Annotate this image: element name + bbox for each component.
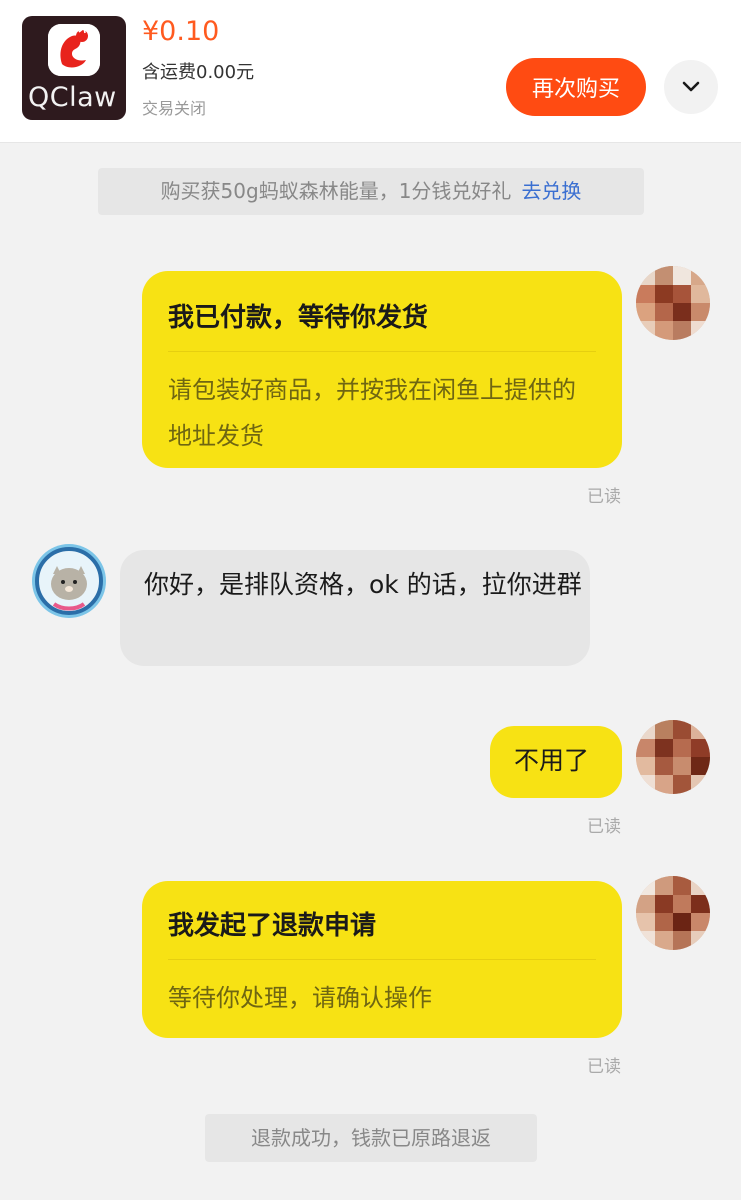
product-thumbnail[interactable]: QClaw: [22, 16, 126, 120]
seller-avatar[interactable]: [32, 544, 106, 618]
promo-notice: 购买获50g蚂蚁森林能量，1分钱兑好礼 去兑换: [98, 168, 644, 215]
order-status: 交易关闭: [142, 99, 207, 118]
card-divider: [168, 351, 596, 352]
chevron-down-icon: [682, 81, 700, 92]
payment-status-card[interactable]: 我已付款，等待你发货 请包装好商品，并按我在闲鱼上提供的地址发货: [142, 271, 622, 468]
refund-success-notice: 退款成功，钱款已原路退返: [205, 1114, 537, 1162]
lobster-app-icon: [48, 24, 100, 76]
incoming-message[interactable]: 你好，是排队资格，ok 的话，拉你进群: [120, 550, 590, 666]
payment-card-title: 我已付款，等待你发货: [168, 303, 429, 333]
read-receipt: 已读: [587, 817, 621, 837]
outgoing-message[interactable]: 不用了: [490, 726, 622, 798]
rebuy-button[interactable]: 再次购买: [506, 58, 646, 116]
read-receipt: 已读: [587, 487, 621, 507]
order-price: ¥0.10: [142, 16, 220, 47]
promo-notice-text: 购买获50g蚂蚁森林能量，1分钱兑好礼: [160, 179, 512, 203]
payment-card-body: 请包装好商品，并按我在闲鱼上提供的地址发货: [168, 376, 576, 450]
my-avatar[interactable]: [636, 266, 710, 340]
refund-request-card[interactable]: 我发起了退款申请 等待你处理，请确认操作: [142, 881, 622, 1038]
my-avatar[interactable]: [636, 876, 710, 950]
expand-button[interactable]: [664, 60, 718, 114]
incoming-message-text: 你好，是排队资格，ok 的话，拉你进群: [144, 570, 582, 599]
card-divider: [168, 959, 596, 960]
shipping-fee: 含运费0.00元: [142, 62, 255, 83]
refund-card-title: 我发起了退款申请: [168, 911, 377, 941]
my-avatar[interactable]: [636, 720, 710, 794]
read-receipt: 已读: [587, 1057, 621, 1077]
redeem-link[interactable]: 去兑换: [521, 179, 581, 203]
order-header: QClaw ¥0.10 含运费0.00元 交易关闭 再次购买: [0, 0, 741, 143]
refund-card-body: 等待你处理，请确认操作: [168, 984, 432, 1012]
thumbnail-brand-text: QClaw: [28, 82, 117, 113]
outgoing-message-text: 不用了: [514, 746, 590, 775]
